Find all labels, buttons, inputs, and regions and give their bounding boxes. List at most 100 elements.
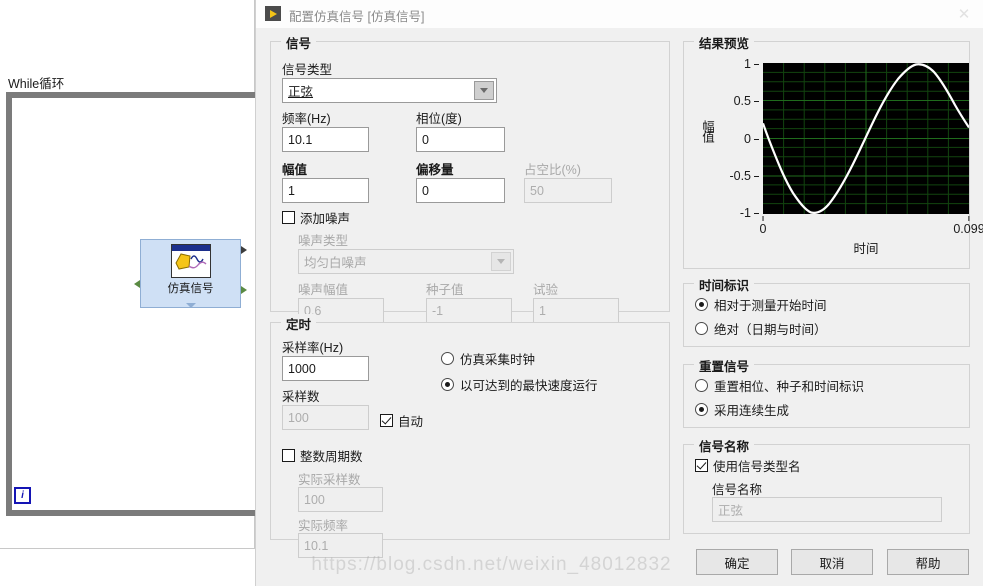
chevron-down-icon[interactable] bbox=[474, 81, 494, 100]
sample-rate-label: 采样率(Hz) bbox=[282, 341, 344, 355]
signal-type-value: 正弦 bbox=[288, 85, 314, 99]
signal-type-combo[interactable]: 正弦 bbox=[282, 78, 497, 103]
dialog-titlebar[interactable]: 配置仿真信号 [仿真信号] ✕ bbox=[256, 0, 983, 28]
signal-group: 信号 信号类型 正弦 频率(Hz) 10.1 相位(度) 0 幅值 1 偏移量 … bbox=[270, 33, 670, 323]
radio-absolute-date-time[interactable]: 绝对（日期与时间） bbox=[695, 319, 827, 338]
phase-label: 相位(度) bbox=[416, 112, 462, 126]
frequency-input[interactable]: 10.1 bbox=[282, 127, 369, 152]
result-preview-group-title: 结果预览 bbox=[694, 33, 755, 52]
help-button[interactable]: 帮助 bbox=[887, 549, 969, 575]
ok-button[interactable]: 确定 bbox=[696, 549, 778, 575]
radio-relative-to-start-time[interactable]: 相对于测量开始时间 bbox=[695, 295, 827, 314]
cancel-button[interactable]: 取消 bbox=[791, 549, 873, 575]
reset-signal-group: 重置信号 重置相位、种子和时间标识 采用连续生成 bbox=[683, 356, 970, 428]
vi-input-terminal[interactable] bbox=[134, 280, 140, 288]
vi-output-terminal-signal[interactable] bbox=[241, 246, 247, 254]
result-preview-group: 结果预览 1 0.5 0 -0.5 -1 幅值 0 0.099 时间 bbox=[683, 33, 983, 269]
signal-name-input: 正弦 bbox=[712, 497, 942, 522]
radio-simulate-acquisition-clock[interactable]: 仿真采集时钟 bbox=[441, 349, 535, 368]
noise-amplitude-label: 噪声幅值 bbox=[298, 283, 349, 297]
x-tick-max: 0.099 bbox=[953, 216, 983, 236]
use-signal-type-name-label: 使用信号类型名 bbox=[713, 460, 801, 474]
iteration-terminal-icon[interactable]: i bbox=[14, 487, 31, 504]
y-tick-neg1: -1 bbox=[719, 206, 759, 220]
radio-absolute-date-time-label: 绝对（日期与时间） bbox=[714, 323, 827, 337]
samples-label: 采样数 bbox=[282, 390, 320, 404]
radio-run-as-fast-as-possible[interactable]: 以可达到的最快速度运行 bbox=[441, 375, 598, 394]
x-axis-label: 时间 bbox=[853, 242, 879, 256]
radio-relative-to-start-time-label: 相对于测量开始时间 bbox=[714, 299, 827, 313]
y-tick-0: 0 bbox=[719, 132, 759, 146]
signal-name-value: 正弦 bbox=[718, 504, 744, 518]
radio-reset-phase-seed-timestamp[interactable]: 重置相位、种子和时间标识 bbox=[695, 376, 864, 395]
checkbox-box bbox=[282, 211, 295, 224]
offset-input[interactable]: 0 bbox=[416, 178, 505, 203]
timing-group: 定时 采样率(Hz) 1000 采样数 100 自动 整数周期数 实际采样数 1… bbox=[270, 314, 670, 558]
reset-signal-group-title: 重置信号 bbox=[694, 356, 755, 375]
signal-group-title: 信号 bbox=[281, 33, 317, 52]
checkbox-box bbox=[380, 414, 393, 427]
add-noise-label: 添加噪声 bbox=[300, 212, 351, 226]
timestamp-group-title: 时间标识 bbox=[694, 275, 755, 294]
timestamp-group: 时间标识 相对于测量开始时间 绝对（日期与时间） bbox=[683, 275, 970, 347]
samples-input: 100 bbox=[282, 405, 369, 430]
integer-cycles-checkbox[interactable]: 整数周期数 bbox=[282, 446, 363, 465]
signal-type-label: 信号类型 bbox=[282, 63, 333, 77]
trial-label: 试验 bbox=[533, 283, 559, 297]
duty-cycle-input: 50 bbox=[524, 178, 612, 203]
chevron-down-icon bbox=[491, 252, 511, 271]
actual-samples-input: 100 bbox=[298, 487, 383, 512]
signal-name-group: 信号名称 使用信号类型名 信号名称 正弦 bbox=[683, 436, 970, 534]
radio-dot bbox=[695, 403, 708, 416]
noise-type-label: 噪声类型 bbox=[298, 234, 349, 248]
signal-preview-plot bbox=[761, 63, 970, 214]
express-vi-expand-chevron-icon[interactable] bbox=[185, 303, 196, 308]
noise-type-value: 均匀白噪声 bbox=[304, 256, 367, 270]
radio-simulate-acquisition-clock-label: 仿真采集时钟 bbox=[460, 353, 536, 367]
vi-output-terminal-error[interactable] bbox=[241, 286, 247, 294]
frequency-label: 频率(Hz) bbox=[282, 112, 331, 126]
icon-title-bar bbox=[172, 245, 210, 251]
signal-name-field-label: 信号名称 bbox=[712, 483, 763, 497]
radio-continuous-generation[interactable]: 采用连续生成 bbox=[695, 400, 789, 419]
y-tick-0p5: 0.5 bbox=[719, 94, 759, 108]
timing-group-title: 定时 bbox=[281, 314, 317, 333]
radio-dot bbox=[695, 322, 708, 335]
checkbox-box bbox=[282, 449, 295, 462]
simulate-signal-icon bbox=[171, 244, 211, 278]
trial-input: 1 bbox=[533, 298, 619, 323]
radio-dot bbox=[695, 379, 708, 392]
dialog-title: 配置仿真信号 [仿真信号] bbox=[289, 10, 425, 24]
amplitude-label: 幅值 bbox=[282, 163, 308, 177]
y-tick-1: 1 bbox=[719, 57, 759, 71]
close-icon[interactable]: ✕ bbox=[951, 4, 977, 24]
noise-type-combo: 均匀白噪声 bbox=[298, 249, 514, 274]
add-noise-checkbox[interactable]: 添加噪声 bbox=[282, 208, 350, 227]
radio-dot bbox=[441, 352, 454, 365]
checkbox-box bbox=[695, 459, 708, 472]
x-tick-min: 0 bbox=[760, 216, 766, 236]
use-signal-type-name-checkbox[interactable]: 使用信号类型名 bbox=[695, 456, 801, 475]
signal-name-group-title: 信号名称 bbox=[694, 436, 755, 455]
labview-run-icon bbox=[265, 6, 281, 21]
sample-rate-input[interactable]: 1000 bbox=[282, 356, 369, 381]
auto-label: 自动 bbox=[398, 415, 424, 429]
radio-reset-phase-seed-timestamp-label: 重置相位、种子和时间标识 bbox=[714, 380, 865, 394]
plot-svg bbox=[761, 63, 970, 214]
while-loop-label: While循环 bbox=[8, 77, 65, 91]
phase-input[interactable]: 0 bbox=[416, 127, 505, 152]
vi-block-diagram-window: While循环 i 仿真信号 bbox=[0, 0, 258, 549]
amplitude-input[interactable]: 1 bbox=[282, 178, 369, 203]
radio-dot bbox=[441, 378, 454, 391]
offset-label: 偏移量 bbox=[416, 163, 454, 177]
radio-dot bbox=[695, 298, 708, 311]
auto-checkbox[interactable]: 自动 bbox=[380, 411, 423, 430]
seed-label: 种子值 bbox=[426, 283, 464, 297]
duty-cycle-label: 占空比(%) bbox=[524, 163, 581, 177]
actual-frequency-label: 实际频率 bbox=[298, 519, 349, 533]
seed-input: -1 bbox=[426, 298, 512, 323]
express-vi-label: 仿真信号 bbox=[167, 283, 214, 295]
actual-samples-label: 实际采样数 bbox=[298, 473, 361, 487]
configure-simulate-signal-dialog: 配置仿真信号 [仿真信号] ✕ 信号 信号类型 正弦 频率(Hz) 10.1 相… bbox=[255, 0, 983, 586]
simulate-signal-express-vi[interactable]: 仿真信号 bbox=[134, 239, 247, 308]
